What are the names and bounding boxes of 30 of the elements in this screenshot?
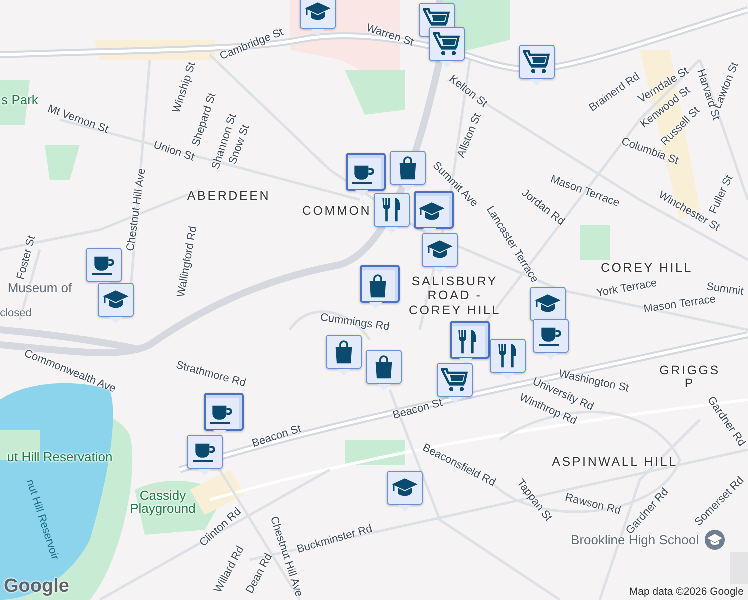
street-label: Fuller St [708,174,736,216]
park-label: Cassidy Playground [129,489,197,515]
street-label: Wallingford Rd [176,226,200,298]
street-label: Allston St [456,112,484,160]
shopping-cart-icon [433,30,461,58]
park-area [45,145,80,180]
park-label: ut Hill Reservation [7,450,113,464]
park-area [345,70,405,115]
school-icon [705,530,725,550]
neighborhood-label: SALISBURY ROAD - COREY HILL [408,274,502,318]
street-label: Foster St [16,235,38,281]
place-label: Brookline High School [571,534,699,546]
neighborhood-label: GRIGGS P [660,364,720,390]
street-label: Rawson Rd [564,492,622,518]
street-label: Warren St [364,23,416,49]
neighborhood-label: COMMON [302,204,372,218]
neighborhood-label: ABERDEEN [187,190,271,202]
shopping-cart-icon [523,48,551,76]
street-label: Cummings Rd [320,312,390,334]
park-label: s Park [2,94,38,106]
place-label: closed [0,308,32,320]
neighborhood-label: ASPINWALL HILL [552,456,678,468]
street-label: Beacon St [251,424,303,450]
street-label: Dean Rd [244,552,276,596]
place-label: Museum of [8,282,72,294]
shopping-cart-icon [441,366,469,394]
neighborhood-label: COREY HILL [600,262,694,274]
street-label: Chestnut Hill Ave [126,168,148,252]
google-logo: Google [4,576,70,598]
street-label: Beacon St [392,398,444,422]
